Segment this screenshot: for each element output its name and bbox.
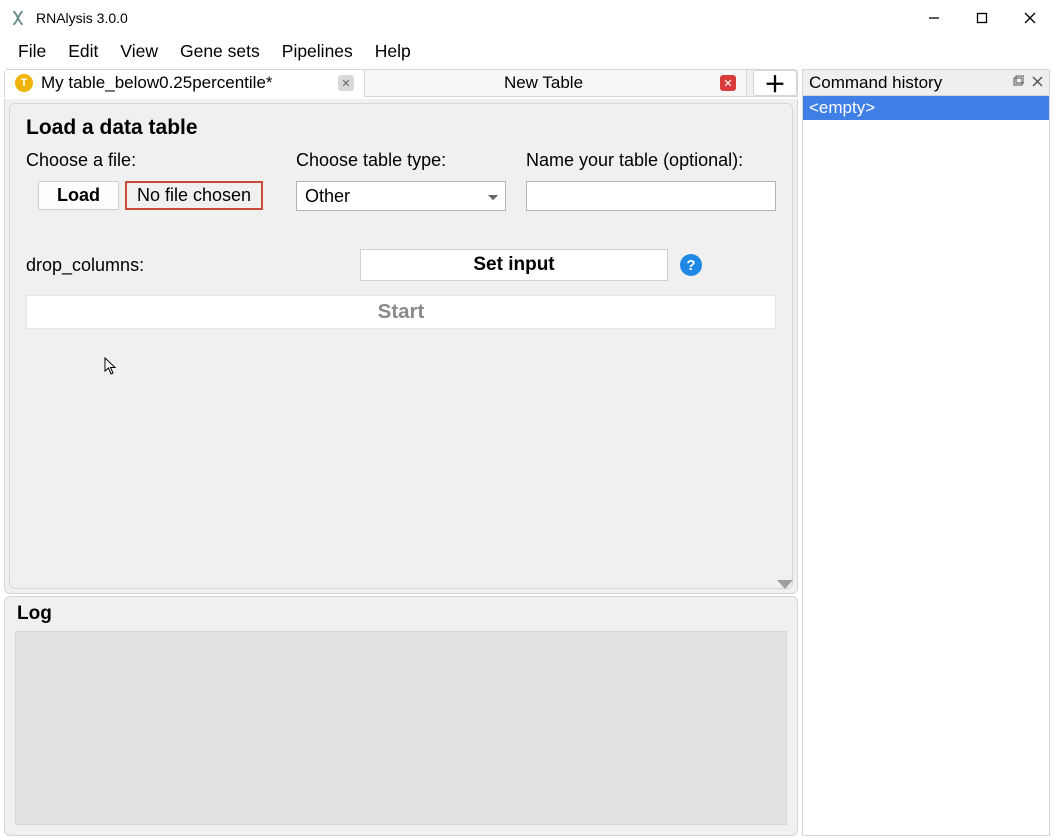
add-tab-button[interactable]: ＋ (753, 70, 797, 96)
command-history-pane: Command history <empty> (802, 69, 1050, 836)
load-table-group: Load a data table Choose a file: Load No… (9, 103, 793, 589)
log-title: Log (17, 603, 787, 625)
menu-bar: File Edit View Gene sets Pipelines Help (0, 36, 1054, 66)
scroll-down-icon[interactable] (777, 580, 793, 589)
window-close-button[interactable] (1006, 0, 1054, 36)
menu-help[interactable]: Help (365, 39, 421, 64)
history-item-empty[interactable]: <empty> (803, 96, 1049, 120)
log-body[interactable] (15, 631, 787, 825)
group-title: Load a data table (26, 116, 776, 140)
menu-gene-sets[interactable]: Gene sets (170, 39, 270, 64)
tab-active-label: My table_below0.25percentile* (41, 73, 330, 93)
name-table-label: Name your table (optional): (526, 150, 776, 171)
menu-edit[interactable]: Edit (58, 39, 108, 64)
window-title: RNAlysis 3.0.0 (36, 10, 128, 26)
tab-bar: T My table_below0.25percentile* ✕ New Ta… (4, 69, 798, 97)
menu-view[interactable]: View (110, 39, 168, 64)
table-type-select[interactable]: Other (296, 181, 506, 211)
app-icon (8, 8, 28, 28)
table-name-input[interactable] (526, 181, 776, 211)
tab-new-table[interactable]: New Table ✕ (365, 70, 747, 96)
drop-columns-label: drop_columns: (26, 255, 348, 276)
command-history-title: Command history (809, 73, 942, 93)
window-maximize-button[interactable] (958, 0, 1006, 36)
pane-close-icon[interactable] (1032, 75, 1043, 90)
tab-new-table-close-icon[interactable]: ✕ (720, 75, 736, 91)
file-status: No file chosen (125, 181, 263, 210)
tab-active-close-icon[interactable]: ✕ (338, 75, 354, 91)
log-panel: Log (4, 596, 798, 836)
start-button[interactable]: Start (26, 295, 776, 329)
tab-active[interactable]: T My table_below0.25percentile* ✕ (5, 70, 365, 97)
window-minimize-button[interactable] (910, 0, 958, 36)
choose-type-label: Choose table type: (296, 150, 506, 171)
menu-file[interactable]: File (8, 39, 56, 64)
load-button[interactable]: Load (38, 181, 119, 210)
choose-file-label: Choose a file: (26, 150, 276, 171)
pane-undock-icon[interactable] (1012, 75, 1024, 90)
title-bar: RNAlysis 3.0.0 (0, 0, 1054, 36)
main-panel: Load a data table Choose a file: Load No… (4, 99, 798, 594)
tab-badge-icon: T (15, 74, 33, 92)
set-input-button[interactable]: Set input (360, 249, 668, 281)
menu-pipelines[interactable]: Pipelines (272, 39, 363, 64)
help-icon[interactable]: ? (680, 254, 702, 276)
tab-new-table-label: New Table (375, 73, 712, 93)
cursor-icon (104, 357, 118, 380)
